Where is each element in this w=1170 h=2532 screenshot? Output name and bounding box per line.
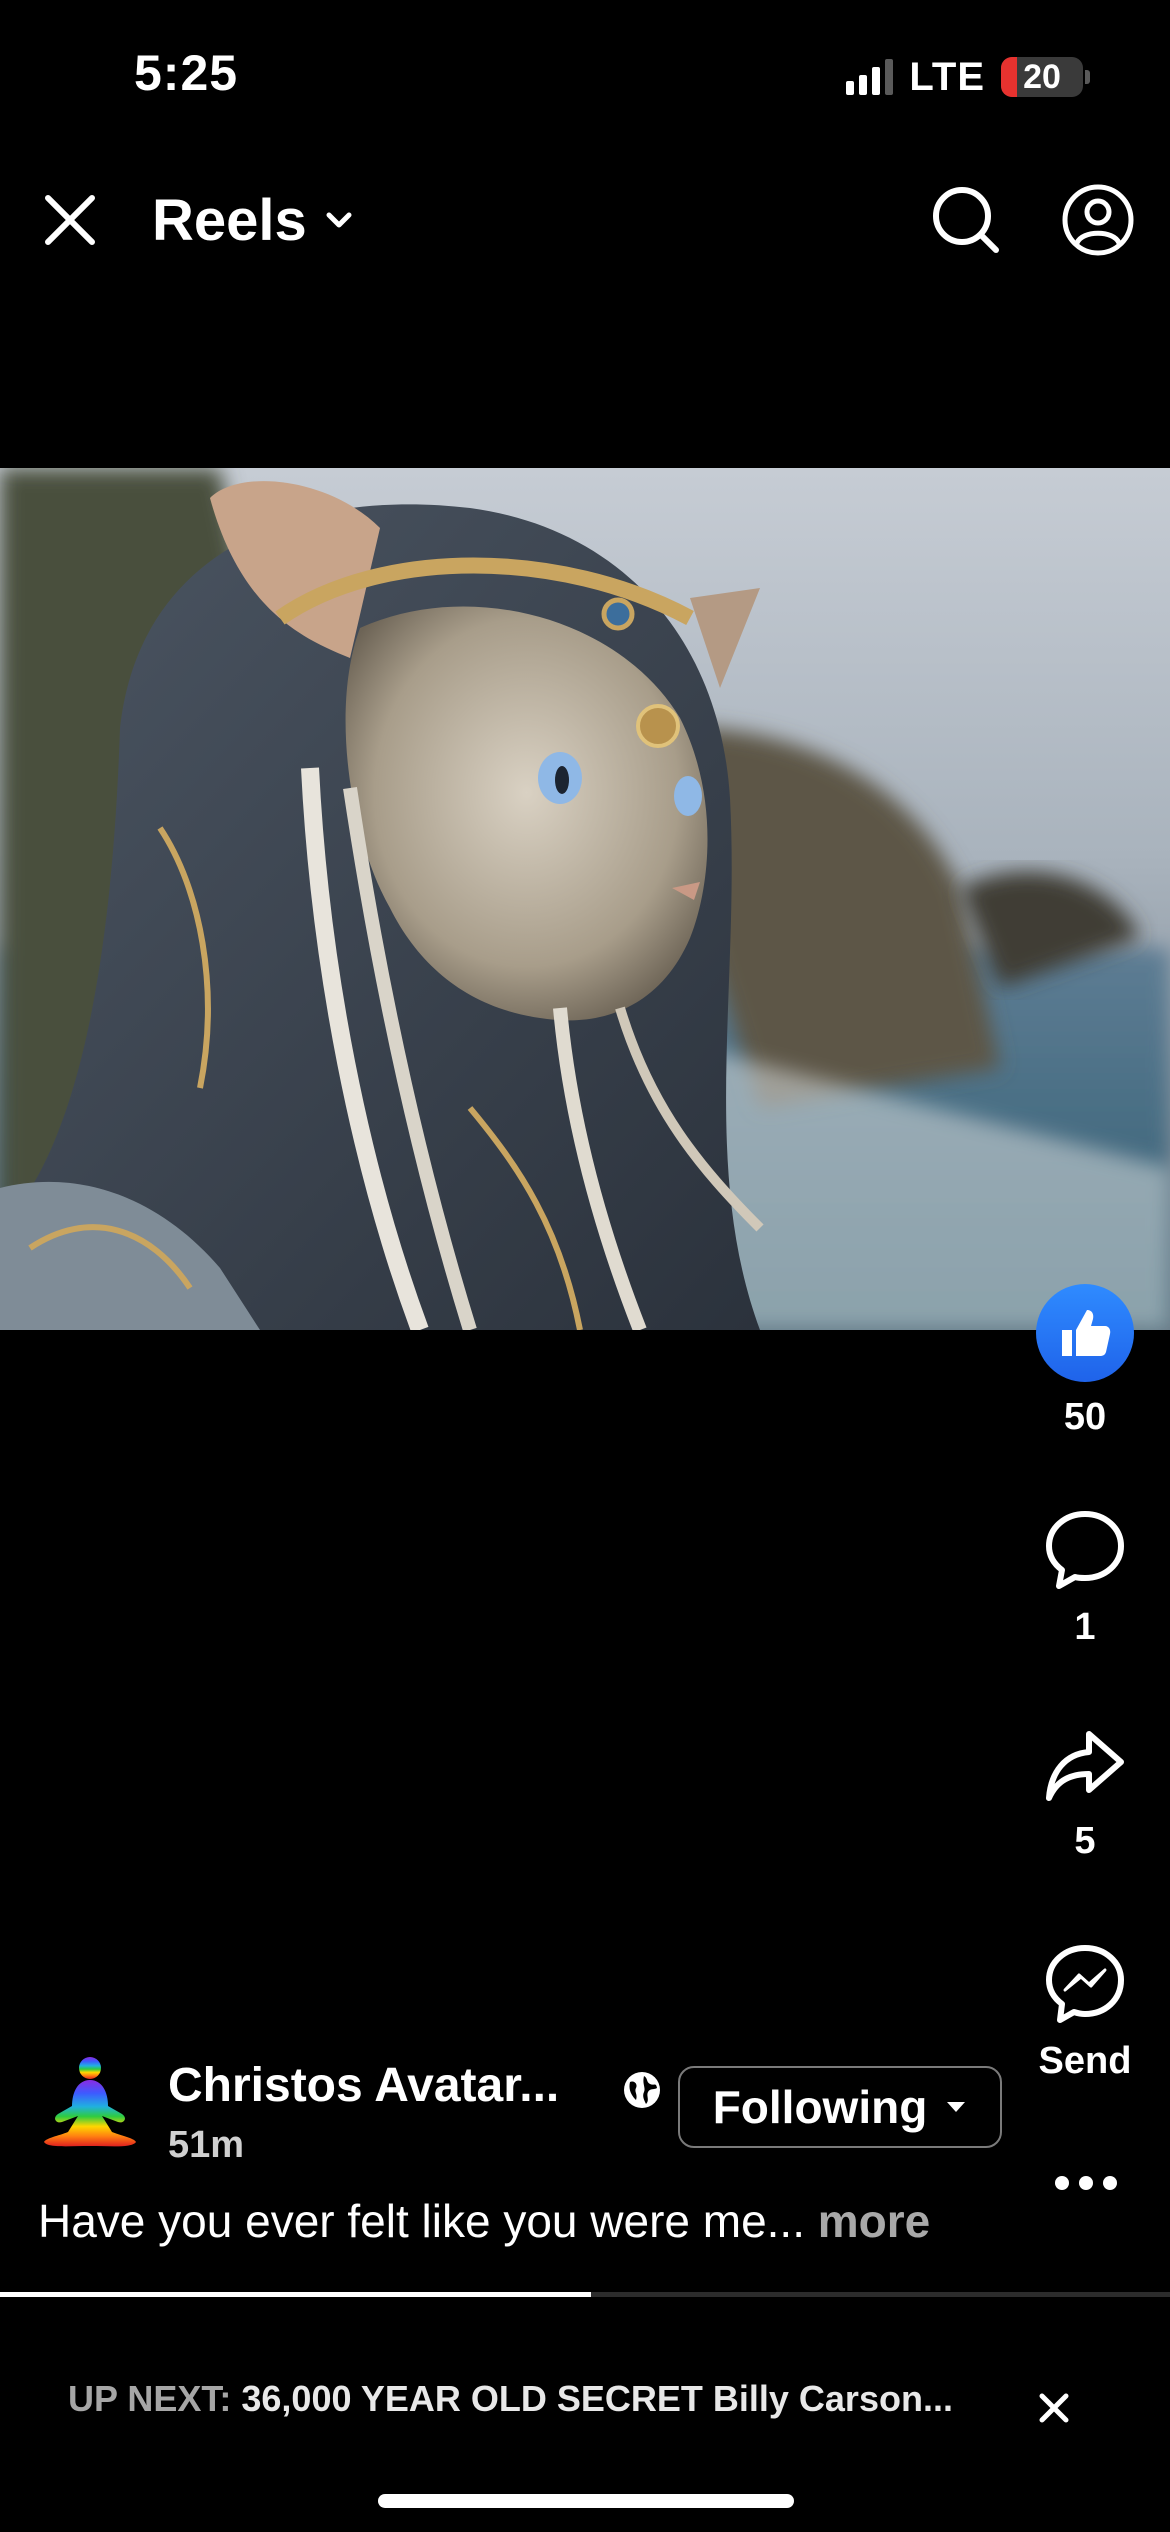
battery-tip xyxy=(1085,70,1090,84)
battery-percent: 20 xyxy=(1023,57,1061,96)
reel-video[interactable] xyxy=(0,468,1170,1330)
status-time: 5:25 xyxy=(134,45,239,101)
share-arrow-icon xyxy=(1046,1731,1124,1801)
author-name[interactable]: Christos Avatar... xyxy=(168,2058,559,2113)
up-next-title: 36,000 YEAR OLD SECRET Billy Carson... xyxy=(241,2378,953,2419)
thumbs-up-icon xyxy=(1062,1310,1111,1356)
more-options-button[interactable] xyxy=(1052,2168,1120,2198)
video-progress-fill xyxy=(0,2292,591,2297)
comment-button[interactable]: 1 xyxy=(1030,1508,1140,1649)
up-next-banner[interactable]: UP NEXT: 36,000 YEAR OLD SECRET Billy Ca… xyxy=(68,2378,953,2420)
comment-count: 1 xyxy=(1074,1606,1096,1648)
search-button[interactable] xyxy=(928,182,1004,258)
like-count: 50 xyxy=(1063,1396,1107,1438)
like-circle xyxy=(1036,1284,1134,1382)
home-indicator[interactable] xyxy=(378,2494,794,2508)
send-button[interactable]: Send xyxy=(1030,1942,1140,2083)
following-button[interactable]: Following xyxy=(678,2066,1002,2148)
send-label: Send xyxy=(1038,2040,1132,2082)
more-link[interactable]: more xyxy=(818,2195,930,2247)
author-avatar[interactable] xyxy=(38,2052,142,2156)
network-label: LTE xyxy=(909,54,985,99)
close-icon xyxy=(45,195,95,245)
profile-icon xyxy=(1062,184,1134,256)
dismiss-up-next-button[interactable] xyxy=(1032,2386,1076,2430)
page-title: Reels xyxy=(152,187,307,253)
caret-down-icon xyxy=(947,2102,966,2112)
close-button[interactable] xyxy=(38,188,102,252)
caption-text: Have you ever felt like you were me... xyxy=(38,2195,805,2247)
profile-button[interactable] xyxy=(1060,182,1136,258)
messenger-icon xyxy=(1046,1945,1124,2023)
reels-menu-button[interactable]: Reels xyxy=(152,187,353,253)
video-frame-illustration xyxy=(0,468,1170,1330)
globe-icon xyxy=(624,2072,660,2108)
up-next-label: UP NEXT: xyxy=(68,2378,232,2419)
post-timestamp: 51m xyxy=(168,2124,245,2166)
like-button[interactable]: 50 xyxy=(1030,1284,1140,1439)
share-button[interactable]: 5 xyxy=(1030,1726,1140,1863)
status-indicators: LTE 20 xyxy=(846,52,1090,102)
video-progress-bar[interactable] xyxy=(0,2292,1170,2297)
chevron-down-icon xyxy=(326,212,352,228)
battery-icon: 20 xyxy=(1001,57,1083,97)
close-icon xyxy=(1039,2393,1069,2423)
post-caption[interactable]: Have you ever felt like you were me... m… xyxy=(38,2194,930,2248)
meditation-figure-avatar xyxy=(44,2057,136,2147)
comment-icon xyxy=(1046,1511,1124,1589)
more-dots-icon xyxy=(1055,2176,1117,2190)
following-label: Following xyxy=(712,2081,928,2133)
signal-icon xyxy=(846,59,894,95)
search-icon xyxy=(933,187,999,253)
share-count: 5 xyxy=(1074,1820,1096,1862)
